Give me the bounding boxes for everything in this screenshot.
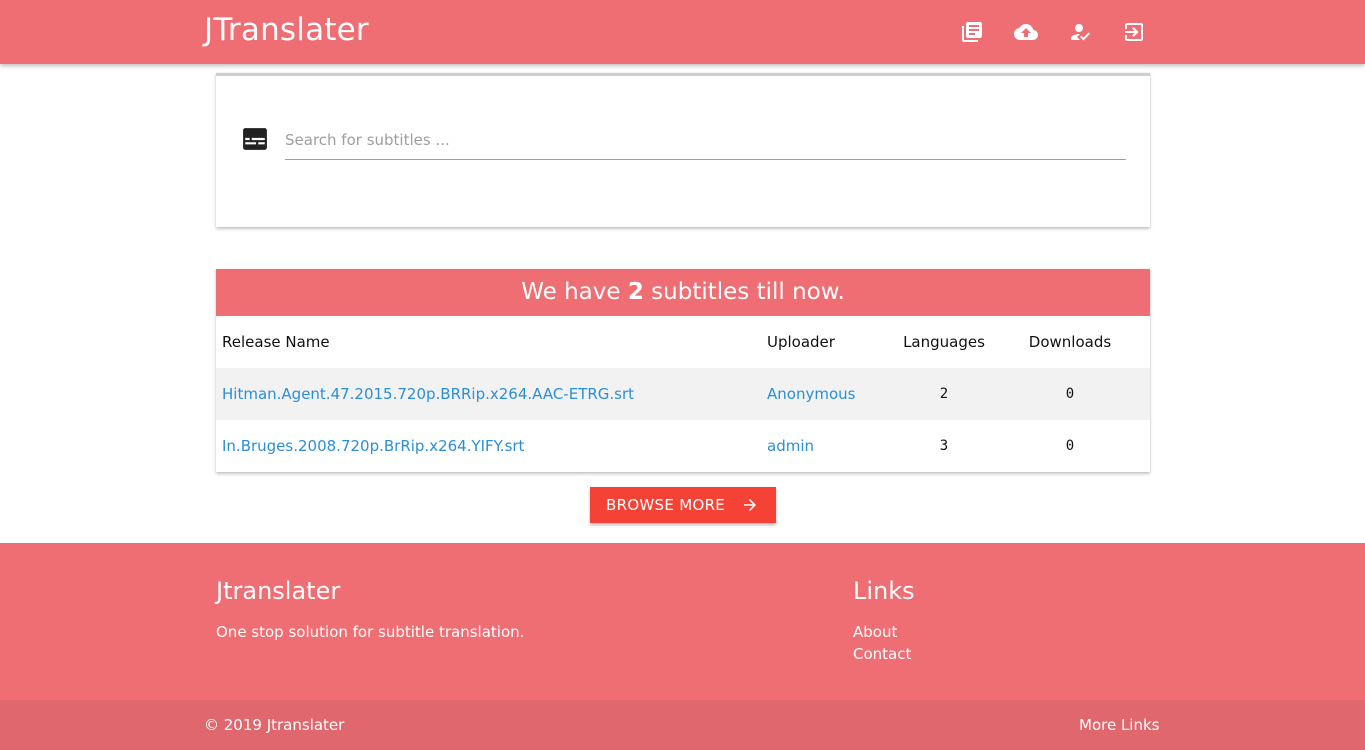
downloads-count: 0 xyxy=(1065,438,1075,454)
subtitles-table-card: We have 2 subtitles till now. Release Na… xyxy=(216,269,1150,472)
table-row: Hitman.Agent.47.2015.720p.BRRip.x264.AAC… xyxy=(216,368,1150,420)
footer-links-title: Links xyxy=(853,577,915,605)
downloads-count: 0 xyxy=(1065,386,1075,402)
column-header-languages: Languages xyxy=(903,333,985,351)
how-to-reg-icon[interactable] xyxy=(1068,20,1092,44)
copyright-text: © 2019 Jtranslater xyxy=(204,716,345,734)
table-heading: We have 2 subtitles till now. xyxy=(216,269,1150,316)
subtitle-count: 2 xyxy=(627,279,644,305)
table-header-row: Release Name Uploader Languages Download… xyxy=(216,316,1150,368)
uploader-link[interactable]: Anonymous xyxy=(767,368,855,420)
footer: Jtranslater One stop solution for subtit… xyxy=(0,543,1365,700)
arrow-forward-icon xyxy=(741,496,759,514)
footer-link-about[interactable]: About xyxy=(853,623,897,641)
copyright-bar: © 2019 Jtranslater More Links xyxy=(0,700,1365,750)
brand-logo[interactable]: JTranslater xyxy=(204,12,369,48)
search-card xyxy=(216,73,1150,227)
languages-count: 2 xyxy=(939,386,949,402)
search-input[interactable] xyxy=(285,120,1126,160)
browse-more-button[interactable]: Browse more xyxy=(590,487,776,523)
column-header-uploader: Uploader xyxy=(767,333,835,351)
footer-title: Jtranslater xyxy=(216,577,341,605)
languages-count: 3 xyxy=(939,438,949,454)
library-books-icon[interactable] xyxy=(960,20,984,44)
table-row: In.Bruges.2008.720p.BrRip.x264.YIFY.srt … xyxy=(216,420,1150,472)
column-header-release-name: Release Name xyxy=(222,333,330,351)
column-header-downloads: Downloads xyxy=(1028,333,1112,351)
heading-suffix: subtitles till now. xyxy=(651,279,845,305)
browse-more-label: Browse more xyxy=(606,496,726,514)
subtitles-icon xyxy=(242,127,268,151)
release-name-link[interactable]: In.Bruges.2008.720p.BrRip.x264.YIFY.srt xyxy=(222,420,524,472)
uploader-link[interactable]: admin xyxy=(767,420,814,472)
navbar: JTranslater xyxy=(0,0,1365,64)
release-name-link[interactable]: Hitman.Agent.47.2015.720p.BRRip.x264.AAC… xyxy=(222,368,634,420)
footer-description: One stop solution for subtitle translati… xyxy=(216,623,525,641)
footer-link-contact[interactable]: Contact xyxy=(853,645,911,663)
login-icon[interactable] xyxy=(1122,20,1146,44)
more-links-link[interactable]: More Links xyxy=(1079,700,1160,750)
cloud-upload-icon[interactable] xyxy=(1014,20,1038,44)
heading-prefix: We have xyxy=(521,279,621,305)
